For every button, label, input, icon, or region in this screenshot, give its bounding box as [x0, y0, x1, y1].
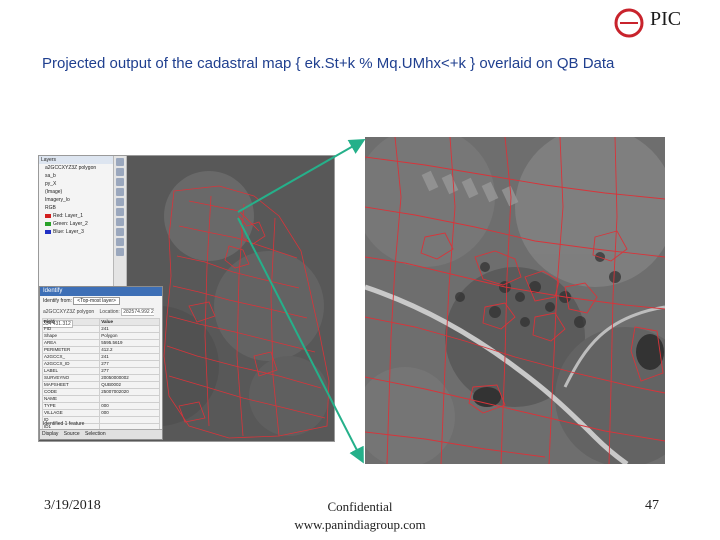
table-cell: VILLAGE: [41, 409, 101, 417]
table-cell: Shape: [41, 332, 101, 340]
table-row: Shape Polygon: [41, 332, 160, 340]
identify-footer: Identified 1 feature: [43, 421, 85, 427]
layer-item-green: Green: Layer_2: [39, 220, 113, 228]
zoom-out-icon[interactable]: [116, 168, 124, 176]
table-cell: LABEL: [41, 367, 101, 375]
footer-center: Confidential www.panindiagroup.com: [280, 498, 440, 534]
layer-item[interactable]: sa_b: [39, 172, 113, 180]
layer-item[interactable]: (Image): [39, 188, 113, 196]
brand-name: PIC: [650, 8, 682, 30]
full-extent-icon[interactable]: [116, 188, 124, 196]
tab-source[interactable]: Source: [64, 431, 80, 437]
select-icon[interactable]: [116, 218, 124, 226]
layer-red-label: Red: Layer_1: [53, 213, 84, 219]
back-icon[interactable]: [116, 198, 124, 206]
table-cell: MAPSHEET: [41, 381, 101, 389]
table-cell: 000: [99, 409, 160, 417]
table-row: PERIMETER 412.2: [41, 346, 160, 354]
table-cell: AREA: [41, 339, 101, 347]
table-header: Value: [99, 318, 160, 326]
table-cell: [99, 395, 160, 403]
identify-tree-item[interactable]: a2GCCXYZ3Z polygon: [43, 309, 94, 315]
table-cell: Polygon: [99, 332, 160, 340]
identify-from-label: Identify from:: [43, 298, 72, 304]
layer-item-blue: Blue: Layer_3: [39, 228, 113, 236]
identify-from-select[interactable]: <Top-most layer>: [73, 297, 120, 305]
table-cell: 277: [99, 367, 160, 375]
measure-icon[interactable]: [116, 248, 124, 256]
table-row: TYPE 000: [41, 402, 160, 410]
table-cell: A2GCCX_: [41, 353, 101, 361]
table-row: AREA 5595.5619: [41, 339, 160, 347]
table-cell: PERIMETER: [41, 346, 101, 354]
tab-selection[interactable]: Selection: [85, 431, 106, 437]
zoom-in-icon[interactable]: [116, 158, 124, 166]
identify-title: Identify: [40, 287, 162, 296]
pic-logo: [614, 8, 644, 38]
tool-strip: [114, 156, 127, 286]
find-icon[interactable]: [116, 238, 124, 246]
layer-green-label: Green: Layer_2: [53, 221, 88, 227]
table-cell: 5595.5619: [99, 339, 160, 347]
table-cell: SURVEYNO: [41, 374, 101, 382]
layers-header: Layers: [39, 156, 113, 164]
table-cell: A2GCCX_ID: [41, 360, 101, 368]
layers-panel: Layers a2GCCXYZ3Z polygon sa_b py_X (Ima…: [39, 156, 114, 286]
gis-screenshot: Layers a2GCCXYZ3Z polygon sa_b py_X (Ima…: [38, 155, 335, 442]
table-cell: TYPE: [41, 402, 101, 410]
identify-table: Field Value FID 241 Shape Polygon AREA 5595…: [41, 318, 160, 438]
page-number: 47: [645, 498, 659, 513]
identify-tree: a2GCCXYZ3Z polygon Location: 282574.992 …: [40, 306, 162, 328]
table-cell: CODE: [41, 388, 101, 396]
table-row: NAME: [41, 395, 160, 403]
table-cell: [99, 416, 160, 424]
table-cell: 277: [99, 360, 160, 368]
table-row: CODE 25007002020: [41, 388, 160, 396]
layer-blue-label: Blue: Layer_3: [53, 229, 84, 235]
layer-item[interactable]: a2GCCXYZ3Z polygon: [39, 164, 113, 172]
location-label: Location:: [99, 309, 120, 315]
layer-item-red: Red: Layer_1: [39, 212, 113, 220]
table-row: LABEL 277: [41, 367, 160, 375]
table-cell: 241: [99, 353, 160, 361]
website-link[interactable]: www.panindiagroup.com: [280, 516, 440, 534]
layer-item[interactable]: py_X: [39, 180, 113, 188]
table-cell: 241: [99, 325, 160, 333]
identify-tabs: Display Source Selection: [40, 429, 162, 439]
table-cell: 412.2: [99, 346, 160, 354]
identify-from-row: Identify from: <Top-most layer>: [40, 296, 162, 306]
overlay-map-right: [365, 137, 665, 464]
table-cell: 25007002020: [99, 388, 160, 396]
slide-title: Projected output of the cadastral map { …: [42, 55, 615, 72]
identify-icon[interactable]: [116, 228, 124, 236]
table-row: VILLAGE 000: [41, 409, 160, 417]
identify-dialog: Identify Identify from: <Top-most layer>…: [39, 286, 163, 440]
table-cell: 20050000002: [99, 374, 160, 382]
table-cell: 000: [99, 402, 160, 410]
tab-display[interactable]: Display: [42, 431, 58, 437]
table-row: A2GCCX_ 241: [41, 353, 160, 361]
pan-icon[interactable]: [116, 178, 124, 186]
confidential-label: Confidential: [327, 499, 393, 514]
table-cell: QUB0002: [99, 381, 160, 389]
forward-icon[interactable]: [116, 208, 124, 216]
layer-item[interactable]: Imagery_lo: [39, 196, 113, 204]
table-row: A2GCCX_ID 277: [41, 360, 160, 368]
satellite-zoom: [365, 137, 665, 464]
footer-date: 3/19/2018: [44, 498, 101, 513]
table-cell: NAME: [41, 395, 101, 403]
table-row: MAPSHEET QUB0002: [41, 381, 160, 389]
layer-item[interactable]: RGB: [39, 204, 113, 212]
table-row: SURVEYNO 20050000002: [41, 374, 160, 382]
